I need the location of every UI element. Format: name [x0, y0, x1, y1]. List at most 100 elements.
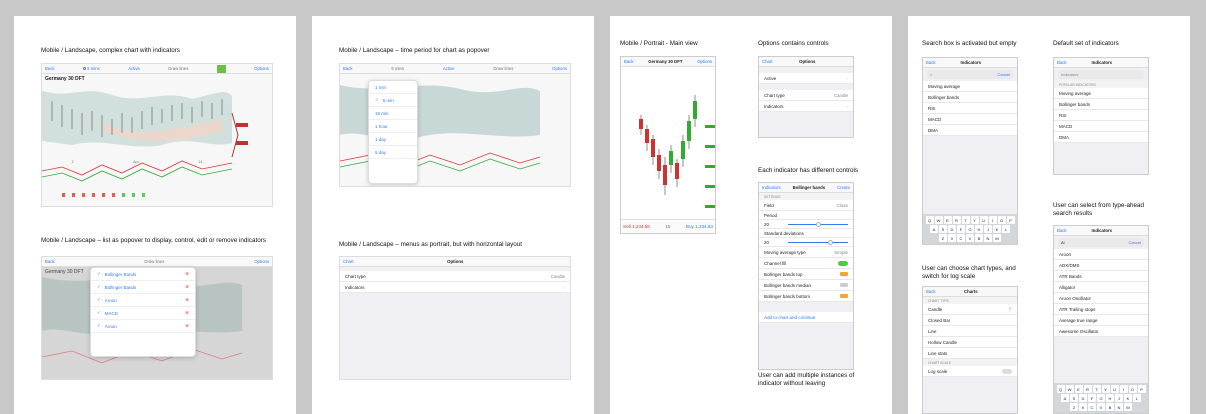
field-row[interactable]: Field Close: [759, 200, 853, 211]
back-button[interactable]: Indicators: [762, 185, 781, 190]
log-scale-row[interactable]: Log scale: [923, 366, 1017, 377]
indicators-row[interactable]: Indicators ›: [759, 101, 853, 112]
add-continue-link[interactable]: Add to chart and continue: [764, 315, 815, 320]
cancel-button[interactable]: Cancel: [998, 72, 1010, 77]
bottom-color-row[interactable]: Bollinger bands bottom: [759, 291, 853, 302]
keyboard-key[interactable]: M: [1124, 403, 1132, 411]
add-continue-row[interactable]: Add to chart and continue: [759, 312, 853, 323]
keyboard-key[interactable]: C: [957, 234, 965, 242]
keyboard-key[interactable]: E: [1074, 385, 1083, 393]
period-option-selected[interactable]: ✓ 5 min: [369, 94, 417, 107]
keyboard-key[interactable]: Y: [970, 216, 979, 224]
keyboard-key[interactable]: X: [1079, 403, 1087, 411]
channel-fill-row[interactable]: Channel fill: [759, 258, 853, 269]
options-button[interactable]: Options: [697, 59, 712, 64]
back-button[interactable]: Back: [45, 259, 55, 264]
options-button[interactable]: Options: [254, 259, 269, 264]
keyboard-key[interactable]: C: [1088, 403, 1096, 411]
top-color-row[interactable]: Bollinger bands top: [759, 269, 853, 280]
keyboard-key[interactable]: P: [1006, 216, 1015, 224]
chart-type-option[interactable]: Line stats: [923, 348, 1017, 359]
keyboard-key[interactable]: W: [1065, 385, 1074, 393]
back-button[interactable]: Back: [1057, 228, 1067, 233]
draw-lines-button[interactable]: Draw lines: [144, 259, 164, 264]
result-row[interactable]: Awesome Oscillator: [1054, 326, 1148, 337]
keyboard-key[interactable]: X: [948, 234, 956, 242]
chart-type-option[interactable]: Line: [923, 326, 1017, 337]
indicator-row[interactable]: RSI: [1054, 110, 1148, 121]
median-color-row[interactable]: Bollinger bands median: [759, 280, 853, 291]
keyboard-key[interactable]: P: [1137, 385, 1146, 393]
keyboard-key[interactable]: J: [1115, 394, 1123, 402]
slider-thumb[interactable]: [816, 221, 821, 227]
chart-type-row[interactable]: Chart type Candle: [340, 271, 570, 282]
std-slider-row[interactable]: 20: [759, 238, 853, 247]
keyboard-key[interactable]: B: [975, 234, 983, 242]
indicator-row[interactable]: Bollinger bands: [923, 92, 1017, 103]
indicator-row[interactable]: MACD: [1054, 121, 1148, 132]
keyboard-key[interactable]: Q: [925, 216, 934, 224]
keyboard-key[interactable]: G: [966, 225, 974, 233]
indicator-item[interactable]: ✓ Aroon ⊗: [91, 294, 195, 307]
period-slider-row[interactable]: 20: [759, 220, 853, 229]
result-row[interactable]: Aroon Oscillator: [1054, 293, 1148, 304]
keyboard-key[interactable]: Z: [1070, 403, 1078, 411]
result-row[interactable]: ADX/DMS: [1054, 260, 1148, 271]
median-color-chip[interactable]: [840, 283, 848, 287]
keyboard-key[interactable]: S: [939, 225, 947, 233]
result-row[interactable]: Alligator: [1054, 282, 1148, 293]
indicators-row[interactable]: Indicators ›: [340, 282, 570, 293]
period-option[interactable]: 1 hour: [369, 120, 417, 133]
chart-type-option-selected[interactable]: Candle ✓: [923, 304, 1017, 315]
channel-toggle[interactable]: [838, 260, 848, 266]
buy-button[interactable]: Buy 1,234.63: [686, 224, 713, 229]
bottom-color-chip[interactable]: [840, 294, 848, 298]
sell-button[interactable]: Sell 1,234.56: [623, 224, 650, 229]
back-button[interactable]: Back: [343, 66, 353, 71]
result-row[interactable]: ATR Trailing stops: [1054, 304, 1148, 315]
period-option[interactable]: 15 min: [369, 107, 417, 120]
back-button[interactable]: Chart: [762, 59, 773, 64]
result-row[interactable]: Average true range: [1054, 315, 1148, 326]
keyboard-key[interactable]: K: [993, 225, 1001, 233]
search-field[interactable]: Indicators: [1058, 70, 1144, 79]
draw-lines-button[interactable]: Draw lines: [493, 66, 513, 71]
keyboard-key[interactable]: T: [1092, 385, 1101, 393]
back-button[interactable]: Back: [624, 59, 634, 64]
keyboard-key[interactable]: R: [952, 216, 961, 224]
keyboard-key[interactable]: G: [1097, 394, 1105, 402]
back-button[interactable]: Back: [926, 60, 936, 65]
keyboard-key[interactable]: N: [1115, 403, 1123, 411]
remove-icon[interactable]: ⊗: [185, 284, 189, 290]
keyboard-key[interactable]: V: [1097, 403, 1105, 411]
period-option[interactable]: 1 min: [369, 81, 417, 94]
keyboard-key[interactable]: S: [1070, 394, 1078, 402]
remove-icon[interactable]: ⊗: [185, 297, 189, 303]
indicator-row[interactable]: DMA: [1054, 132, 1148, 143]
indicator-item[interactable]: ✓ Aroon ⊗: [91, 320, 195, 333]
period-option[interactable]: 1 day: [369, 133, 417, 146]
keyboard-key[interactable]: M: [993, 234, 1001, 242]
remove-icon[interactable]: ⊗: [185, 271, 189, 277]
back-button[interactable]: Chart: [343, 259, 354, 264]
period-button[interactable]: 5 mins: [82, 66, 100, 71]
keyboard-key[interactable]: A: [1061, 394, 1069, 402]
keyboard-key[interactable]: F: [957, 225, 965, 233]
indicator-row[interactable]: Bollinger bands: [1054, 99, 1148, 110]
quantity-value[interactable]: 15: [665, 224, 670, 229]
period-button[interactable]: 5 mins: [391, 66, 404, 71]
indicator-row[interactable]: RSI: [923, 103, 1017, 114]
keyboard-key[interactable]: A: [930, 225, 938, 233]
back-button[interactable]: Back: [926, 289, 936, 294]
draw-lines-button[interactable]: Draw lines: [168, 66, 188, 71]
options-button[interactable]: Options: [552, 66, 567, 71]
keyboard-key[interactable]: L: [1002, 225, 1010, 233]
indicator-item[interactable]: ✓ Bollinger Bands ⊗: [91, 268, 195, 281]
indicator-row[interactable]: Moving average: [1054, 88, 1148, 99]
active-button[interactable]: Active: [443, 66, 455, 71]
keyboard-key[interactable]: Q: [1056, 385, 1065, 393]
keyboard-key[interactable]: H: [1106, 394, 1114, 402]
search-field[interactable]: Al Cancel: [1058, 238, 1144, 247]
keyboard-key[interactable]: D: [948, 225, 956, 233]
keyboard-key[interactable]: Y: [1101, 385, 1110, 393]
